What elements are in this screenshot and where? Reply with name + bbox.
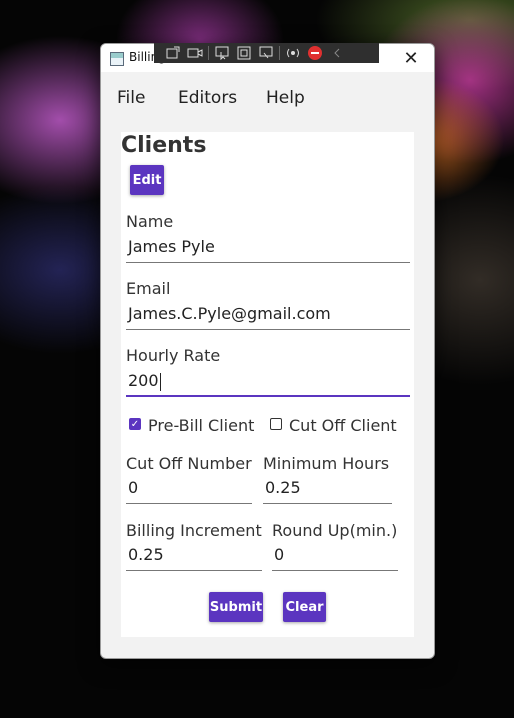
- toolbar-divider: [208, 46, 209, 60]
- clear-button[interactable]: Clear: [283, 592, 326, 622]
- cutoff-label[interactable]: Cut Off Client: [289, 416, 397, 435]
- card-title: Clients: [121, 133, 207, 158]
- menu-help[interactable]: Help: [266, 88, 305, 108]
- name-label: Name: [126, 212, 174, 231]
- pointer-icon[interactable]: [213, 45, 231, 61]
- collapse-icon[interactable]: [328, 45, 346, 61]
- edit-button[interactable]: Edit: [130, 165, 164, 195]
- cutoff-number-field[interactable]: 0: [126, 475, 252, 504]
- menu-editors[interactable]: Editors: [178, 88, 237, 108]
- minimum-hours-label: Minimum Hours: [263, 454, 390, 473]
- app-icon: [110, 52, 124, 66]
- screenshot-icon[interactable]: [164, 45, 182, 61]
- record-icon[interactable]: [186, 45, 204, 61]
- close-button[interactable]: ✕: [388, 44, 434, 72]
- stop-icon[interactable]: [306, 45, 324, 61]
- cutoff-number-label: Cut Off Number: [126, 454, 252, 473]
- screen-capture-toolbar: [154, 43, 379, 63]
- prebill-label[interactable]: Pre-Bill Client: [148, 416, 254, 435]
- toolbar-divider: [279, 46, 280, 60]
- name-field[interactable]: James Pyle: [126, 234, 410, 263]
- window-icon[interactable]: [235, 45, 253, 61]
- clients-card: Clients Edit Name James Pyle Email James…: [121, 132, 414, 637]
- hourly-rate-field[interactable]: 200: [126, 368, 410, 397]
- app-window: Billing ✕ File Editors Help Clients Edit…: [100, 43, 435, 659]
- text-caret: [159, 372, 161, 391]
- round-up-field[interactable]: 0: [272, 542, 398, 571]
- audio-icon[interactable]: [284, 45, 302, 61]
- billing-increment-field[interactable]: 0.25: [126, 542, 262, 571]
- email-field[interactable]: James.C.Pyle@gmail.com: [126, 301, 410, 330]
- billing-increment-label: Billing Increment: [126, 521, 262, 540]
- prebill-checkbox[interactable]: ✓: [129, 418, 141, 430]
- menu-file[interactable]: File: [117, 88, 145, 108]
- round-up-label: Round Up(min.): [272, 521, 398, 540]
- minimum-hours-field[interactable]: 0.25: [263, 475, 392, 504]
- region-icon[interactable]: [257, 45, 275, 61]
- submit-button[interactable]: Submit: [209, 592, 263, 622]
- email-label: Email: [126, 279, 171, 298]
- menu-bar: File Editors Help: [101, 72, 434, 122]
- hourly-rate-label: Hourly Rate: [126, 346, 221, 365]
- cutoff-checkbox[interactable]: [270, 418, 282, 430]
- hourly-rate-value: 200: [128, 371, 159, 390]
